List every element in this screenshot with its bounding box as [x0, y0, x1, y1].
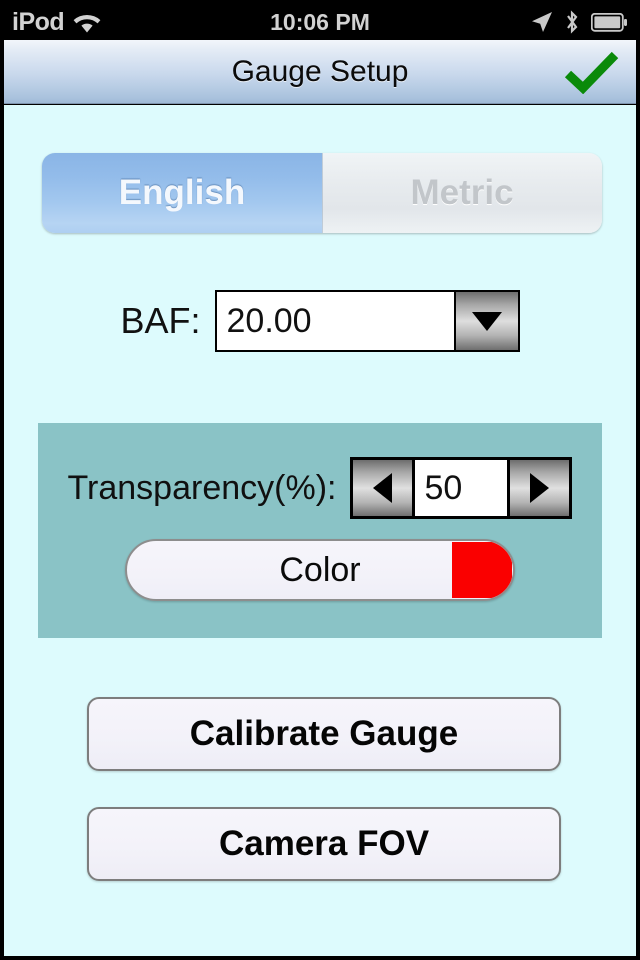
segment-english-label: English [118, 173, 246, 212]
baf-label: BAF: [120, 300, 201, 341]
settings-content: English Metric BAF: 20.00 Transparency(%… [4, 105, 636, 956]
check-icon[interactable] [564, 50, 620, 94]
baf-row: BAF: 20.00 [4, 290, 636, 352]
battery-full-icon [590, 12, 628, 32]
transparency-value[interactable]: 50 [415, 460, 508, 516]
color-button-label: Color [279, 550, 361, 589]
triangle-left-icon [373, 473, 393, 503]
color-swatch[interactable] [452, 542, 512, 598]
wifi-icon [73, 12, 101, 33]
segment-metric-label: Metric [410, 173, 514, 212]
status-bar-left: iPod [12, 7, 531, 36]
bluetooth-icon [564, 10, 580, 34]
device-frame: iPod 10:06 PM Gauge Setup English Metric… [0, 0, 640, 960]
triangle-down-icon [471, 311, 502, 331]
transparency-increment-button[interactable] [507, 460, 570, 516]
segment-metric[interactable]: Metric [322, 153, 602, 233]
transparency-stepper[interactable]: 50 [350, 457, 573, 519]
transparency-row: Transparency(%): 50 [38, 457, 602, 519]
transparency-panel: Transparency(%): 50 Color [38, 423, 602, 638]
camera-fov-button[interactable]: Camera FOV [87, 807, 561, 881]
triangle-right-icon [530, 473, 550, 503]
camera-fov-label: Camera FOV [218, 824, 430, 863]
navigation-bar: Gauge Setup [4, 40, 636, 104]
calibrate-gauge-button[interactable]: Calibrate Gauge [87, 697, 561, 771]
carrier-label: iPod [12, 7, 65, 36]
location-arrow-icon [531, 11, 553, 33]
segment-divider [322, 153, 323, 233]
status-bar: iPod 10:06 PM [4, 4, 636, 40]
transparency-label: Transparency(%): [67, 468, 337, 507]
baf-value[interactable]: 20.00 [216, 292, 454, 350]
units-segmented-control[interactable]: English Metric [42, 153, 602, 233]
page-title: Gauge Setup [231, 54, 409, 88]
transparency-decrement-button[interactable] [353, 460, 416, 516]
calibrate-gauge-label: Calibrate Gauge [189, 714, 459, 753]
segment-english[interactable]: English [42, 153, 322, 233]
color-button[interactable]: Color [125, 539, 515, 601]
status-bar-right [531, 10, 628, 34]
baf-combobox[interactable]: 20.00 [214, 290, 520, 352]
baf-dropdown-button[interactable] [453, 292, 518, 350]
